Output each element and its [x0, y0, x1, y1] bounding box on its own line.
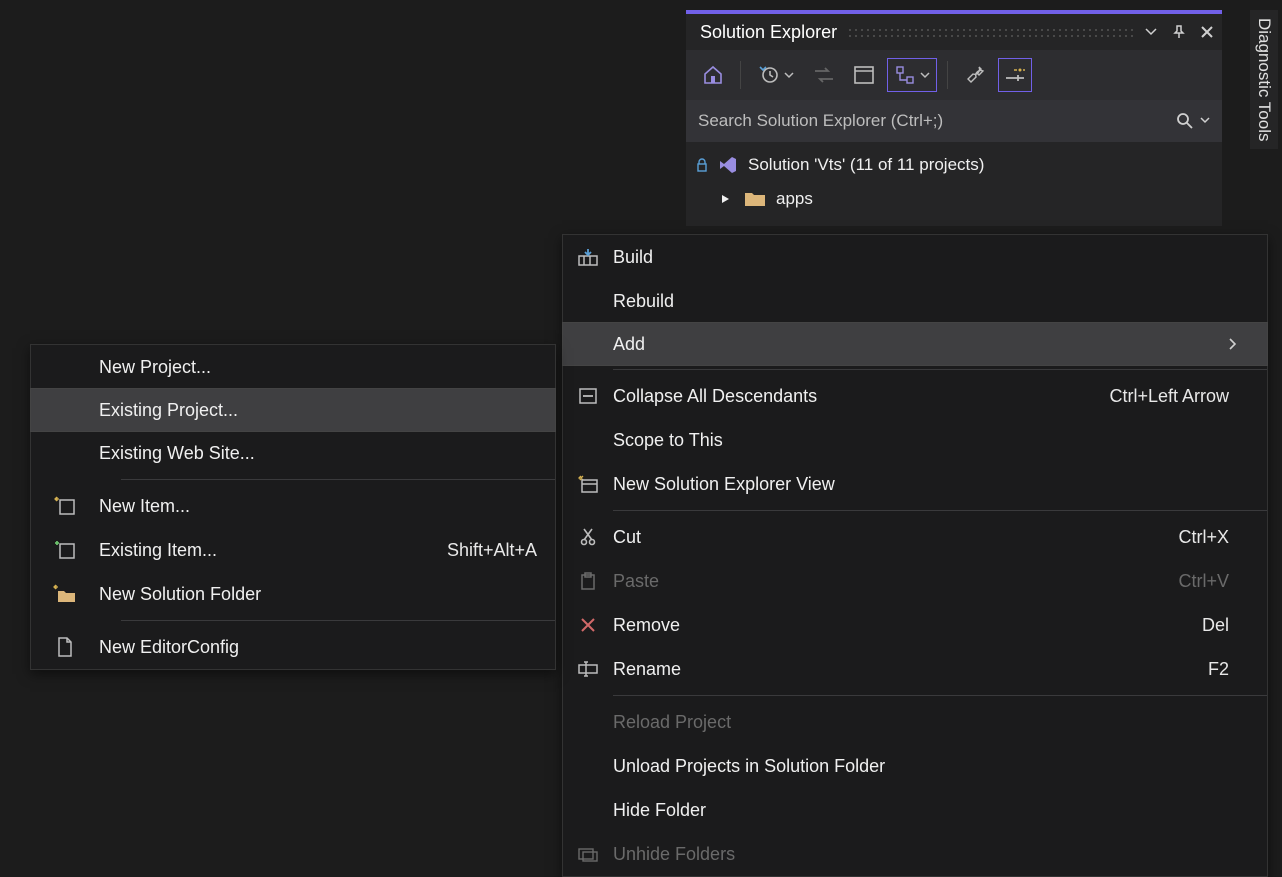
menu-separator	[121, 620, 555, 621]
menu-item-new-solution-folder[interactable]: New Solution Folder	[31, 572, 555, 616]
diagnostic-tools-tab[interactable]: Diagnostic Tools	[1250, 10, 1278, 149]
rename-icon	[563, 661, 613, 677]
menu-item-hide-folder[interactable]: Hide Folder	[563, 788, 1267, 832]
menu-item-existing-project[interactable]: Existing Project...	[30, 388, 556, 432]
unhide-icon	[563, 846, 613, 862]
menu-item-add[interactable]: Add	[562, 322, 1268, 366]
folder-icon	[744, 191, 766, 207]
menu-item-build[interactable]: Build	[563, 235, 1267, 279]
new-view-icon	[563, 475, 613, 493]
close-icon[interactable]	[1200, 25, 1214, 39]
pin-icon[interactable]	[1172, 25, 1186, 39]
submenu-arrow-icon	[1229, 338, 1249, 350]
search-icon[interactable]	[1176, 112, 1194, 130]
solution-label: Solution 'Vts' (11 of 11 projects)	[748, 155, 984, 175]
menu-item-existing-item[interactable]: Existing Item... Shift+Alt+A	[31, 528, 555, 572]
folder-label: apps	[776, 189, 813, 209]
menu-item-scope[interactable]: Scope to This	[563, 418, 1267, 462]
solution-explorer-toolbar	[686, 50, 1222, 100]
cut-icon	[563, 528, 613, 546]
expander-icon[interactable]	[720, 193, 734, 205]
panel-title: Solution Explorer	[700, 22, 837, 43]
solution-icon	[718, 156, 738, 174]
menu-item-new-project[interactable]: New Project...	[31, 345, 555, 389]
paste-icon	[563, 572, 613, 590]
menu-item-unhide-folders: Unhide Folders	[563, 832, 1267, 876]
remove-icon	[563, 617, 613, 633]
menu-item-remove[interactable]: Remove Del	[563, 603, 1267, 647]
menu-separator	[121, 479, 555, 480]
existing-item-icon	[31, 540, 99, 560]
new-item-icon	[31, 496, 99, 516]
context-menu-add: New Project... Existing Project... Exist…	[30, 344, 556, 670]
search-dropdown-icon[interactable]	[1200, 117, 1210, 125]
menu-item-new-editorconfig[interactable]: New EditorConfig	[31, 625, 555, 669]
separator	[740, 61, 741, 89]
context-menu-main: Build Rebuild Add Collapse All Descendan…	[562, 234, 1268, 877]
menu-item-paste: Paste Ctrl+V	[563, 559, 1267, 603]
sync-icon[interactable]	[807, 58, 841, 92]
menu-item-reload-project: Reload Project	[563, 700, 1267, 744]
window-icon[interactable]	[847, 58, 881, 92]
hierarchy-dropdown-icon[interactable]	[887, 58, 937, 92]
folder-row-apps[interactable]: apps	[686, 182, 1222, 216]
grip-dots[interactable]	[847, 27, 1134, 37]
build-icon	[563, 248, 613, 266]
menu-item-collapse-all[interactable]: Collapse All Descendants Ctrl+Left Arrow	[563, 374, 1267, 418]
menu-separator	[613, 695, 1267, 696]
menu-item-new-view[interactable]: New Solution Explorer View	[563, 462, 1267, 506]
menu-item-new-item[interactable]: New Item...	[31, 484, 555, 528]
menu-item-rename[interactable]: Rename F2	[563, 647, 1267, 691]
history-dropdown-icon[interactable]	[751, 58, 801, 92]
dropdown-icon[interactable]	[1144, 25, 1158, 39]
search-placeholder: Search Solution Explorer (Ctrl+;)	[698, 111, 1176, 131]
solution-tree: Solution 'Vts' (11 of 11 projects) apps	[686, 142, 1222, 226]
wrench-icon[interactable]	[958, 58, 992, 92]
solution-search[interactable]: Search Solution Explorer (Ctrl+;)	[686, 100, 1222, 142]
solution-explorer-panel: Solution Explorer	[686, 10, 1222, 226]
properties-icon[interactable]	[998, 58, 1032, 92]
menu-separator	[613, 369, 1267, 370]
menu-item-existing-website[interactable]: Existing Web Site...	[31, 431, 555, 475]
separator	[947, 61, 948, 89]
solution-explorer-header: Solution Explorer	[686, 14, 1222, 50]
collapse-icon	[563, 388, 613, 404]
menu-item-rebuild[interactable]: Rebuild	[563, 279, 1267, 323]
new-folder-icon	[31, 584, 99, 604]
file-icon	[31, 637, 99, 657]
home-icon[interactable]	[696, 58, 730, 92]
solution-root-row[interactable]: Solution 'Vts' (11 of 11 projects)	[686, 148, 1222, 182]
lock-icon	[696, 158, 708, 172]
menu-item-cut[interactable]: Cut Ctrl+X	[563, 515, 1267, 559]
menu-item-unload-projects[interactable]: Unload Projects in Solution Folder	[563, 744, 1267, 788]
menu-separator	[613, 510, 1267, 511]
